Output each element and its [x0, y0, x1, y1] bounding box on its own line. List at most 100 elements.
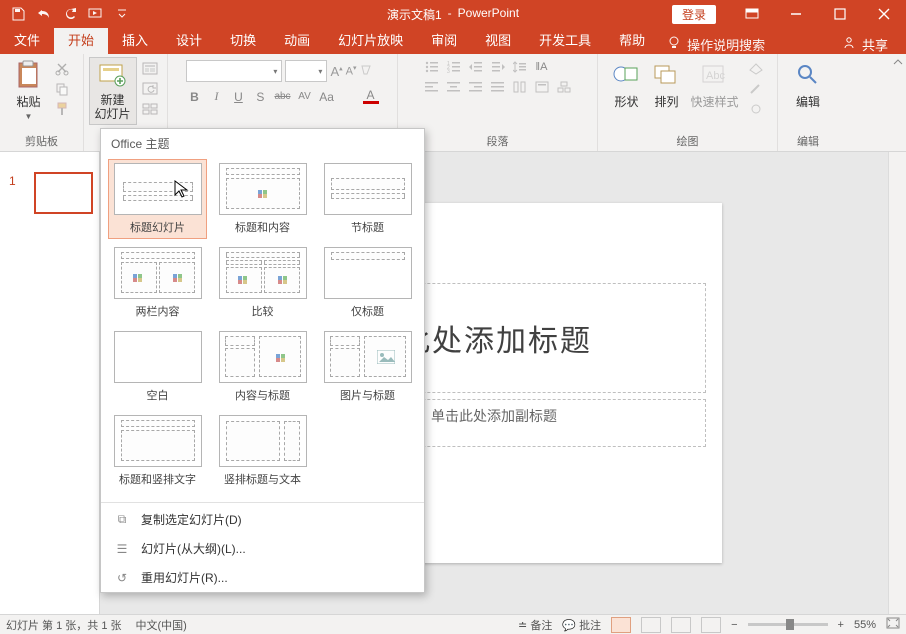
duplicate-icon: ⧉: [113, 512, 131, 527]
section-icon[interactable]: [141, 101, 159, 117]
increase-indent-icon[interactable]: [490, 61, 506, 73]
tab-view[interactable]: 视图: [471, 26, 525, 54]
clear-formatting-icon[interactable]: [359, 63, 373, 80]
notes-button[interactable]: ≐ 备注: [518, 617, 552, 633]
format-painter-icon[interactable]: [53, 101, 71, 117]
arrange-button[interactable]: 排列: [646, 57, 686, 112]
layout-title-vtext[interactable]: 标题和竖排文字: [109, 412, 206, 490]
fit-to-window-icon[interactable]: [886, 617, 900, 632]
tab-insert[interactable]: 插入: [108, 26, 162, 54]
line-spacing-icon[interactable]: [512, 61, 528, 73]
zoom-in-icon[interactable]: +: [838, 619, 844, 631]
slide-thumbnail-1[interactable]: [34, 172, 93, 214]
tab-design[interactable]: 设计: [162, 26, 216, 54]
tab-animations[interactable]: 动画: [270, 26, 324, 54]
cut-icon[interactable]: [53, 61, 71, 77]
align-right-icon[interactable]: [468, 81, 484, 93]
columns-icon[interactable]: [512, 81, 528, 93]
tell-me-search[interactable]: 操作说明搜索: [667, 35, 765, 54]
app-name: PowerPoint: [458, 6, 519, 23]
slides-from-outline-item[interactable]: ☰幻灯片(从大纲)(L)...: [101, 534, 424, 563]
document-title: 演示文稿1: [387, 6, 442, 23]
font-family-combo[interactable]: ▾: [186, 60, 282, 82]
layout-title-content[interactable]: 标题和内容: [214, 160, 311, 238]
layout-section-header[interactable]: 节标题: [319, 160, 416, 238]
maximize-icon[interactable]: [818, 0, 862, 28]
layout-blank[interactable]: 空白: [109, 328, 206, 406]
layout-vtitle-text[interactable]: 竖排标题与文本: [214, 412, 311, 490]
layout-comparison[interactable]: 比较: [214, 244, 311, 322]
close-icon[interactable]: [862, 0, 906, 28]
collapse-ribbon-icon[interactable]: [892, 56, 904, 71]
char-spacing-button[interactable]: AV: [297, 89, 313, 104]
tab-review[interactable]: 审阅: [417, 26, 471, 54]
ribbon-display-options-icon[interactable]: [730, 0, 774, 28]
font-size-combo[interactable]: ▾: [285, 60, 327, 82]
shape-effects-icon[interactable]: [747, 101, 765, 117]
normal-view-icon[interactable]: [611, 617, 631, 633]
decrease-indent-icon[interactable]: [468, 61, 484, 73]
reuse-slides-item[interactable]: ↺重用幻灯片(R)...: [101, 563, 424, 592]
zoom-level[interactable]: 55%: [854, 619, 876, 631]
bold-button[interactable]: B: [186, 89, 202, 104]
new-slide-button[interactable]: 新建 幻灯片: [89, 57, 137, 125]
shadow-button[interactable]: S: [252, 89, 268, 104]
font-color-button[interactable]: A: [363, 89, 379, 104]
comments-button[interactable]: 💬 批注: [562, 617, 601, 633]
editing-button[interactable]: 编辑: [788, 57, 828, 112]
start-from-beginning-icon[interactable]: [84, 2, 108, 26]
tab-home[interactable]: 开始: [54, 26, 108, 54]
language-indicator[interactable]: 中文(中国): [136, 617, 187, 633]
increase-font-icon[interactable]: A▴: [330, 64, 342, 79]
copy-icon[interactable]: [53, 81, 71, 97]
layout-title-slide[interactable]: 标题幻灯片: [109, 160, 206, 238]
tab-transitions[interactable]: 切换: [216, 26, 270, 54]
shape-outline-icon[interactable]: [747, 81, 765, 97]
redo-icon[interactable]: [58, 2, 82, 26]
group-paragraph: 123 ‖A 段落: [398, 54, 598, 151]
italic-button[interactable]: I: [208, 89, 224, 104]
layout-icon[interactable]: [141, 61, 159, 77]
decrease-font-icon[interactable]: A▾: [346, 64, 357, 78]
layout-title-only[interactable]: 仅标题: [319, 244, 416, 322]
strikethrough-button[interactable]: abc: [274, 89, 290, 104]
tab-developer[interactable]: 开发工具: [525, 26, 605, 54]
save-icon[interactable]: [6, 2, 30, 26]
reuse-icon: ↺: [113, 571, 131, 585]
tab-help[interactable]: 帮助: [605, 26, 659, 54]
smartart-icon[interactable]: [556, 81, 572, 93]
layout-content-caption[interactable]: 内容与标题: [214, 328, 311, 406]
zoom-out-icon[interactable]: −: [731, 619, 737, 631]
undo-icon[interactable]: [32, 2, 56, 26]
login-button[interactable]: 登录: [672, 5, 716, 24]
justify-icon[interactable]: [490, 81, 506, 93]
minimize-icon[interactable]: [774, 0, 818, 28]
layout-picture-caption[interactable]: 图片与标题: [319, 328, 416, 406]
bullets-icon[interactable]: [424, 61, 440, 73]
align-center-icon[interactable]: [446, 81, 462, 93]
slideshow-view-icon[interactable]: [701, 617, 721, 633]
reset-icon[interactable]: [141, 81, 159, 97]
align-left-icon[interactable]: [424, 81, 440, 93]
numbering-icon[interactable]: 123: [446, 61, 462, 73]
tab-slideshow[interactable]: 幻灯片放映: [324, 26, 417, 54]
shapes-button[interactable]: 形状: [606, 57, 646, 112]
align-text-icon[interactable]: [534, 81, 550, 93]
reading-view-icon[interactable]: [671, 617, 691, 633]
tab-file[interactable]: 文件: [0, 26, 54, 54]
slide-counter[interactable]: 幻灯片 第 1 张，共 1 张: [6, 617, 122, 633]
qat-customize-icon[interactable]: [110, 2, 134, 26]
quick-styles-button[interactable]: Abc 快速样式: [686, 57, 742, 112]
change-case-button[interactable]: Aa: [319, 89, 335, 104]
sorter-view-icon[interactable]: [641, 617, 661, 633]
zoom-slider[interactable]: [748, 623, 828, 626]
paste-button[interactable]: 粘贴 ▼: [9, 57, 49, 123]
underline-button[interactable]: U: [230, 89, 246, 104]
chevron-down-icon: ▼: [25, 112, 33, 121]
text-direction-icon[interactable]: ‖A: [534, 61, 550, 73]
duplicate-slides-item[interactable]: ⧉复制选定幻灯片(D): [101, 505, 424, 534]
vertical-scrollbar[interactable]: [888, 152, 906, 614]
share-button[interactable]: 共享: [842, 35, 906, 54]
layout-two-content[interactable]: 两栏内容: [109, 244, 206, 322]
shape-fill-icon[interactable]: [747, 61, 765, 77]
